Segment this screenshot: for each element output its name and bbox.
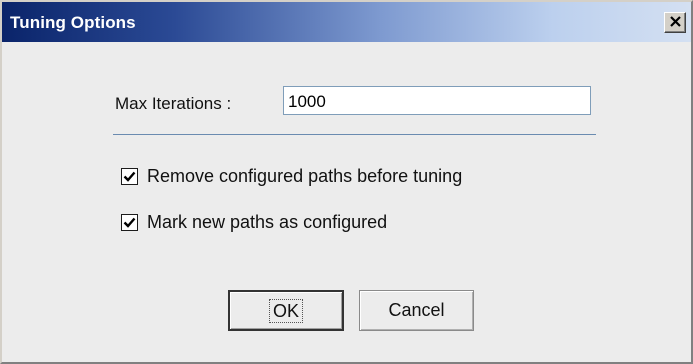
checkmark-icon [123,171,136,182]
remove-configured-paths-checkbox[interactable] [121,168,138,185]
remove-configured-paths-label: Remove configured paths before tuning [147,166,463,186]
checkmark-icon [123,217,136,228]
dialog-content: Max Iterations : Remove configured paths… [2,42,691,362]
option-remove-configured-paths[interactable]: Remove configured paths before tuning [121,166,462,187]
dialog-title: Tuning Options [10,13,136,32]
option-mark-new-paths[interactable]: Mark new paths as configured [121,212,387,233]
mark-new-paths-checkbox[interactable] [121,214,138,231]
close-button[interactable] [664,12,686,33]
mark-new-paths-label: Mark new paths as configured [147,212,388,232]
ok-button-label: OK [268,298,303,323]
cancel-button[interactable]: Cancel [359,290,474,331]
close-icon [669,15,681,30]
dialog-window: Tuning Options Max Iterations : Remove c… [0,0,693,364]
title-bar[interactable]: Tuning Options [2,2,691,42]
cancel-button-label: Cancel [388,300,445,320]
max-iterations-input[interactable] [283,86,591,115]
max-iterations-label: Max Iterations : [115,94,232,113]
separator [113,134,596,135]
ok-button[interactable]: OK [228,290,344,331]
